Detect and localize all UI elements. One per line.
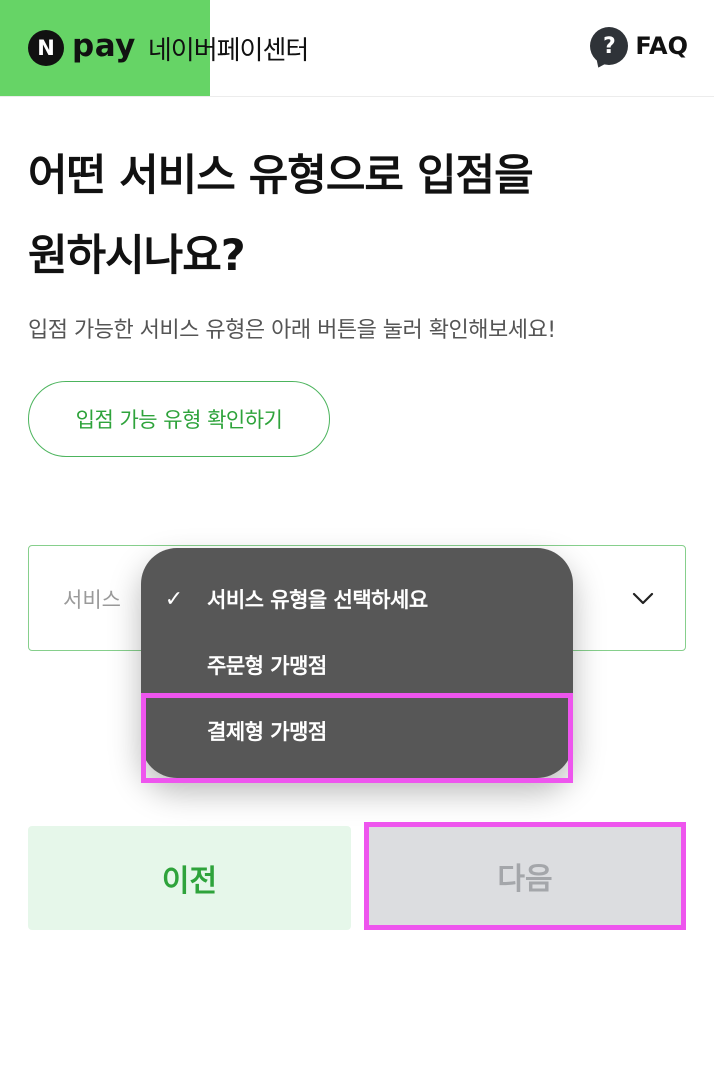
option-label: 서비스 유형을 선택하세요	[207, 588, 428, 612]
option-label: 결제형 가맹점	[207, 720, 327, 744]
check-available-types-button[interactable]: 입점 가능 유형 확인하기	[28, 381, 330, 457]
question-bubble-icon: ?	[590, 27, 629, 65]
faq-label: FAQ	[635, 32, 688, 60]
title-line-1: 어떤 서비스 유형으로 입점을	[28, 151, 534, 201]
page-title: 어떤 서비스 유형으로 입점을 원하시나요?	[28, 136, 688, 296]
pay-wordmark: pay	[72, 28, 136, 64]
page-subtitle: 입점 가능한 서비스 유형은 아래 버튼을 눌러 확인해보세요!	[28, 318, 556, 343]
dropdown-option-placeholder[interactable]: ✓ 서비스 유형을 선택하세요	[141, 566, 573, 632]
dropdown-option-order-merchant[interactable]: 주문형 가맹점	[141, 632, 573, 698]
select-value: 서비스	[63, 588, 121, 612]
next-button[interactable]: 다음	[364, 822, 686, 930]
faq-link[interactable]: ? FAQ	[590, 26, 688, 66]
center-name: 네이버페이센터	[147, 35, 309, 66]
service-type-dropdown: ✓ 서비스 유형을 선택하세요 주문형 가맹점 결제형 가맹점	[141, 548, 573, 778]
checkmark-icon: ✓	[164, 586, 184, 612]
previous-button[interactable]: 이전	[28, 826, 351, 930]
option-label: 주문형 가맹점	[207, 654, 327, 678]
naver-n-icon: N	[28, 30, 64, 66]
brand-logo[interactable]: N pay 네이버페이센터	[28, 26, 309, 70]
chevron-down-icon	[632, 592, 654, 605]
dropdown-option-payment-merchant[interactable]: 결제형 가맹점	[141, 698, 573, 764]
title-line-2: 원하시나요?	[28, 231, 246, 281]
header: N pay 네이버페이센터 ? FAQ	[0, 0, 714, 97]
